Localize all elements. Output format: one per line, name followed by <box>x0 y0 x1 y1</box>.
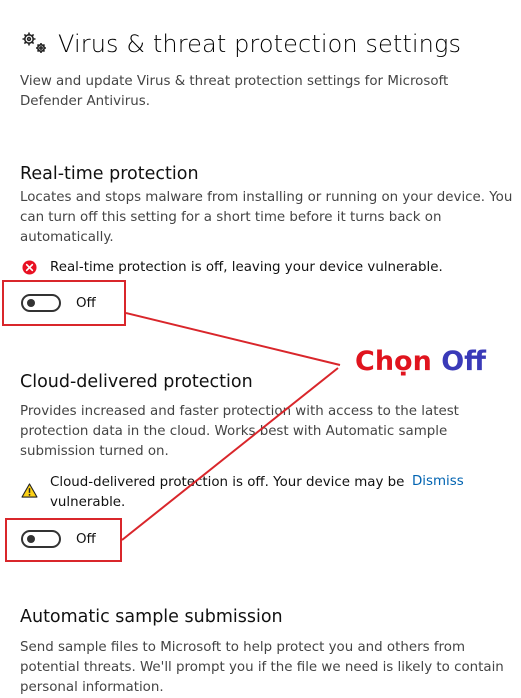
annotation-word-off: Off <box>441 346 487 377</box>
arrow-line-realtime <box>125 312 341 366</box>
annotation-label: Chọn Off <box>355 346 486 377</box>
annotation-word-choose: Chọn <box>355 346 432 377</box>
arrow-line-cloud <box>121 367 339 541</box>
